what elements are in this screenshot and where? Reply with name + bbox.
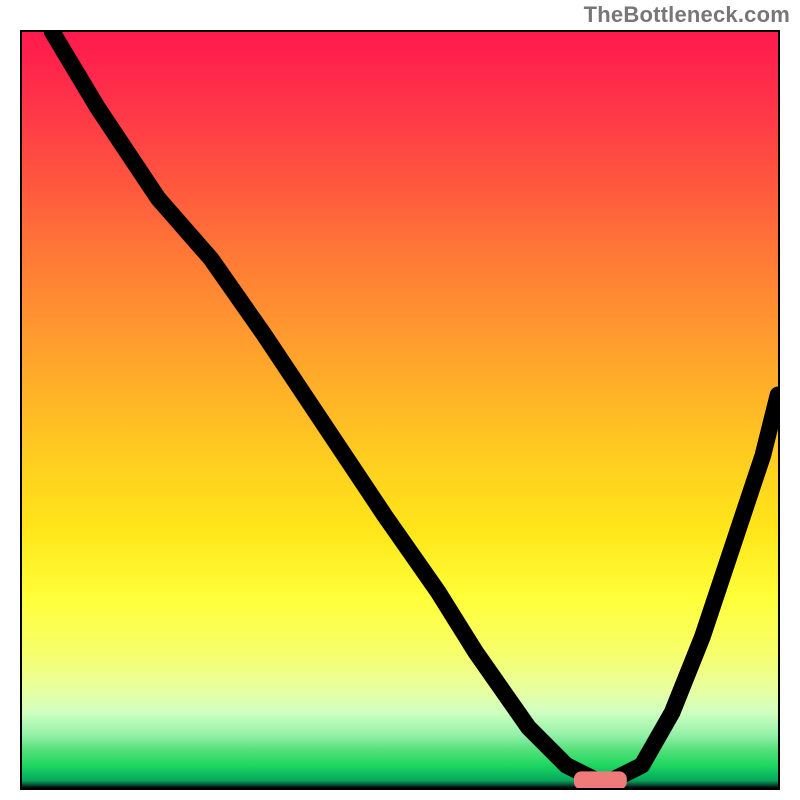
plot-area [20, 30, 780, 790]
chart-container: TheBottleneck.com [0, 0, 800, 800]
plot-svg [22, 32, 778, 788]
watermark-text: TheBottleneck.com [584, 2, 790, 28]
optimal-marker [574, 771, 627, 788]
bottleneck-curve [52, 32, 778, 780]
